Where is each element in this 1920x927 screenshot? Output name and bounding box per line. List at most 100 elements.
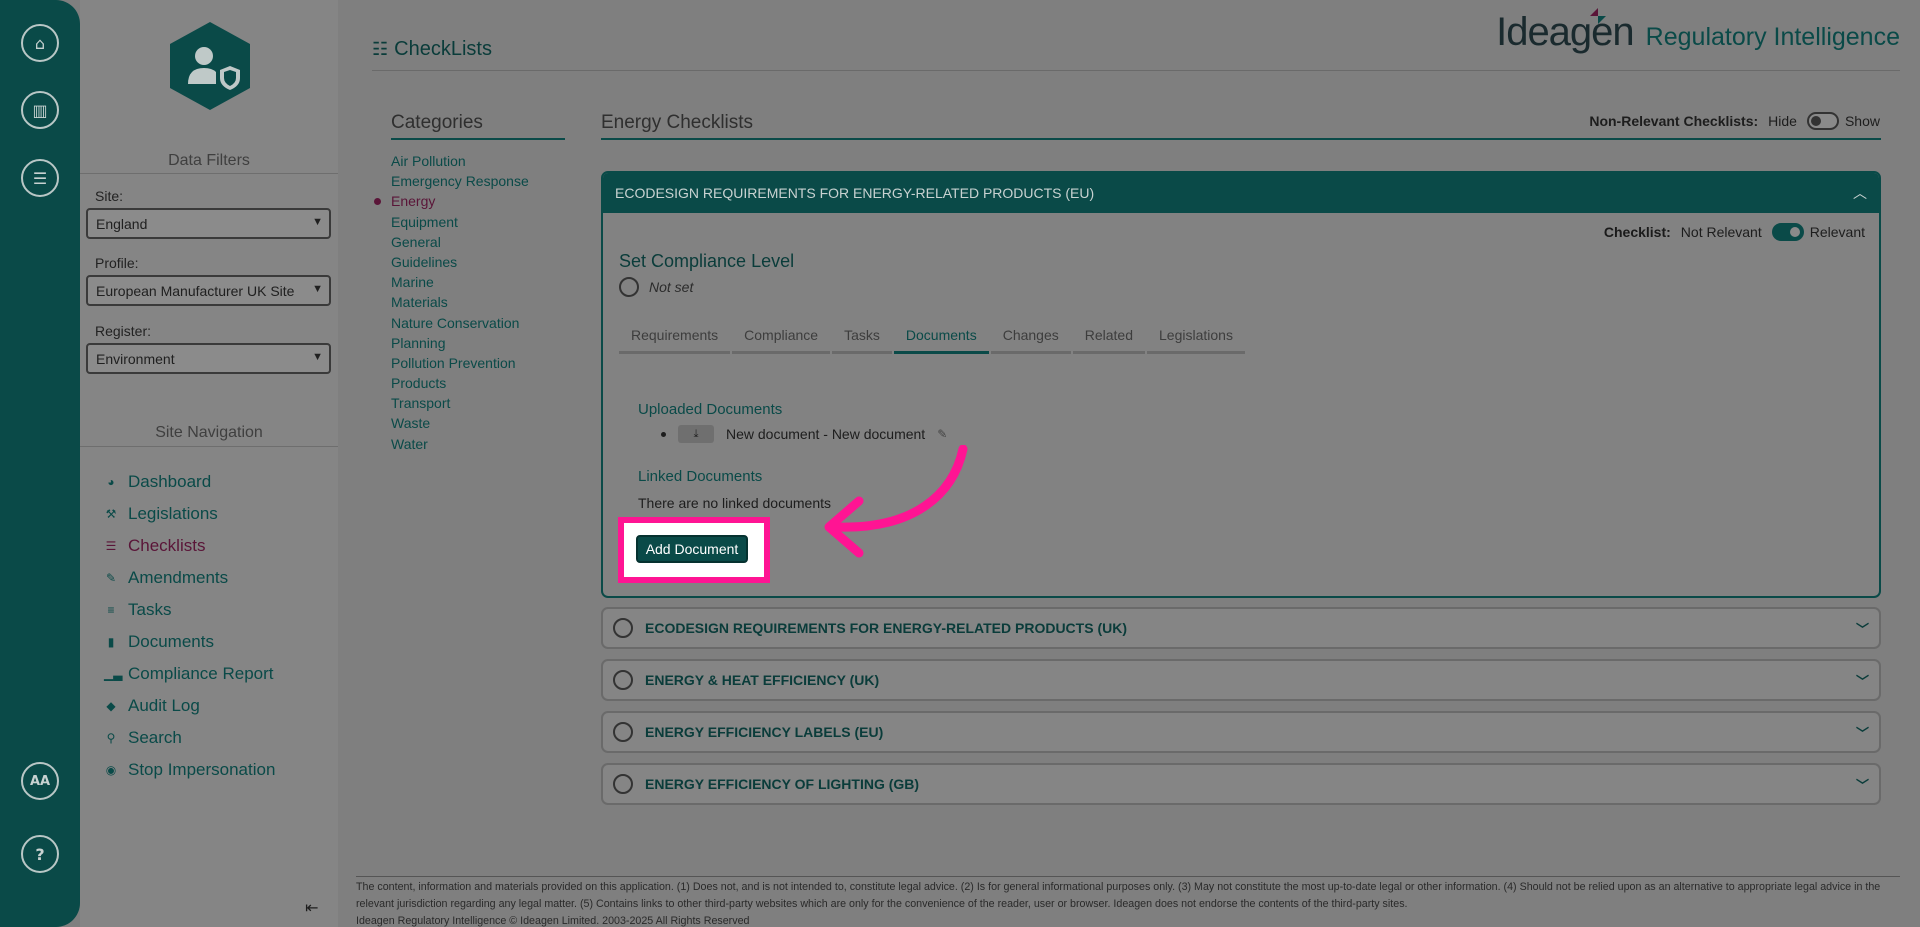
hide-label: Hide (1768, 113, 1797, 129)
category-item[interactable]: Marine (391, 272, 529, 292)
footer-copyright: Ideagen Regulatory Intelligence © Ideage… (356, 915, 750, 927)
accessibility-icon[interactable]: AA (21, 762, 59, 800)
site-select[interactable]: England ▼ (86, 208, 331, 239)
tab-legislations[interactable]: Legislations (1147, 327, 1245, 354)
add-document-button[interactable]: Add Document (636, 535, 748, 563)
nav-checklists[interactable]: ☰ Checklists (104, 536, 206, 556)
nav-compliance-report[interactable]: ▁▃ Compliance Report (104, 664, 274, 684)
divider (80, 446, 338, 447)
brand-name: Ideagen (1496, 10, 1635, 54)
categories-title: Categories (391, 112, 483, 133)
linked-documents-title: Linked Documents (638, 468, 763, 485)
chevron-down-icon: ▼ (312, 216, 323, 228)
category-item[interactable]: Transport (391, 393, 529, 413)
accordion-title: ENERGY EFFICIENCY OF LIGHTING (GB) (645, 776, 920, 792)
brand-product: Regulatory Intelligence (1645, 23, 1900, 51)
checklist-panel-header[interactable]: ECODESIGN REQUIREMENTS FOR ENERGY-RELATE… (603, 173, 1879, 213)
nav-stop-impersonation[interactable]: ◉ Stop Impersonation (104, 760, 276, 780)
compliance-radio[interactable] (613, 618, 633, 638)
uploaded-document-name[interactable]: New document - New document (726, 426, 925, 442)
category-item[interactable]: Emergency Response (391, 171, 529, 191)
edit-icon: ✎ (105, 571, 117, 585)
sliders-icon[interactable]: ☰ (21, 159, 59, 197)
user-shield-logo-icon (170, 22, 250, 110)
guide-arrow-icon (824, 445, 968, 558)
nav-amendments[interactable]: ✎ Amendments (104, 568, 228, 588)
show-label: Show (1844, 113, 1880, 129)
nav-label: Stop Impersonation (128, 760, 276, 779)
category-item[interactable]: Pollution Prevention (391, 353, 529, 373)
nav-dashboard[interactable]: ◕ Dashboard (104, 472, 211, 492)
tab-requirements[interactable]: Requirements (619, 327, 731, 354)
category-item[interactable]: General (391, 232, 529, 252)
home-icon[interactable]: ⌂ (21, 24, 59, 62)
tab-documents[interactable]: Documents (893, 327, 989, 354)
category-item[interactable]: Materials (391, 292, 529, 312)
accordion-title: ECODESIGN REQUIREMENTS FOR ENERGY-RELATE… (645, 620, 1127, 636)
building-icon[interactable]: ▥ (21, 91, 59, 129)
chevron-down-icon[interactable]: ﹀ (1856, 671, 1869, 690)
non-relevant-toggle-row: Non-Relevant Checklists: Hide Show (1589, 112, 1880, 130)
nav-label: Compliance Report (128, 664, 274, 683)
checklist-label: Checklist: (1603, 224, 1671, 240)
chevron-down-icon: ▼ (312, 351, 323, 363)
site-navigation-title: Site Navigation (155, 424, 263, 441)
tab-changes[interactable]: Changes (990, 327, 1071, 354)
tab-tasks[interactable]: Tasks (832, 327, 892, 354)
help-icon[interactable]: ? (21, 835, 59, 873)
nav-label: Audit Log (128, 696, 200, 715)
nav-search[interactable]: ⚲ Search (104, 728, 182, 748)
tab-related[interactable]: Related (1072, 327, 1146, 354)
compliance-radio[interactable] (619, 277, 639, 297)
nav-label: Legislations (128, 504, 218, 523)
profile-select[interactable]: European Manufacturer UK Site ▼ (86, 275, 331, 306)
checklist-panel-body: Checklist: Not Relevant Relevant Set Com… (603, 213, 1879, 596)
accordion-title: ENERGY EFFICIENCY LABELS (EU) (645, 724, 884, 740)
list-icon: ☷ (372, 39, 389, 59)
site-select-value: England (96, 216, 148, 232)
chevron-down-icon[interactable]: ﹀ (1856, 723, 1869, 742)
nav-label: Documents (128, 632, 214, 651)
checklist-accordion[interactable]: ENERGY EFFICIENCY OF LIGHTING (GB) ﹀ (601, 763, 1881, 805)
category-item[interactable]: Water (391, 434, 529, 454)
category-item[interactable]: Planning (391, 333, 529, 353)
checklist-accordion[interactable]: ENERGY EFFICIENCY LABELS (EU) ﹀ (601, 711, 1881, 753)
section-title: Energy Checklists (601, 112, 754, 133)
dashboard-icon: ◕ (107, 475, 115, 489)
category-item[interactable]: Guidelines (391, 252, 529, 272)
tab-compliance[interactable]: Compliance (732, 327, 831, 354)
non-relevant-toggle[interactable] (1806, 112, 1839, 130)
nav-tasks[interactable]: ≡ Tasks (104, 600, 171, 620)
edit-icon[interactable]: ✎ (937, 427, 947, 441)
relevance-toggle[interactable] (1771, 223, 1804, 241)
category-item-active[interactable]: Energy (374, 191, 529, 211)
compliance-value: Not set (649, 279, 694, 295)
add-document-highlight: Add Document (618, 517, 770, 583)
compliance-radio[interactable] (613, 774, 633, 794)
accordion-title: ENERGY & HEAT EFFICIENCY (UK) (645, 672, 880, 688)
category-item[interactable]: Waste (391, 413, 529, 433)
compliance-radio[interactable] (613, 722, 633, 742)
search-icon: ⚲ (106, 731, 116, 745)
compliance-radio[interactable] (613, 670, 633, 690)
profile-select-value: European Manufacturer UK Site (96, 283, 295, 299)
stop-circle-icon: ◉ (105, 763, 117, 777)
category-item[interactable]: Equipment (391, 212, 529, 232)
nav-legislations[interactable]: ⚒ Legislations (104, 504, 218, 524)
checklist-accordion[interactable]: ENERGY & HEAT EFFICIENCY (UK) ﹀ (601, 659, 1881, 701)
nav-documents[interactable]: ▮ Documents (104, 632, 214, 652)
bar-chart-icon: ▁▃ (104, 667, 123, 681)
category-item[interactable]: Nature Conservation (391, 313, 529, 333)
register-select[interactable]: Environment ▼ (86, 343, 331, 374)
compliance-status[interactable]: Not set (619, 277, 693, 297)
category-item[interactable]: Air Pollution (391, 151, 529, 171)
category-item[interactable]: Products (391, 373, 529, 393)
chevron-up-icon[interactable]: ︿ (1853, 183, 1867, 203)
chevron-down-icon[interactable]: ﹀ (1856, 775, 1869, 794)
file-icon: ▮ (107, 635, 115, 649)
download-icon[interactable]: ⤓ (678, 425, 714, 443)
nav-audit-log[interactable]: ◆ Audit Log (104, 696, 200, 716)
checklist-accordion[interactable]: ECODESIGN REQUIREMENTS FOR ENERGY-RELATE… (601, 607, 1881, 649)
chevron-down-icon[interactable]: ﹀ (1856, 619, 1869, 638)
collapse-left-icon[interactable]: ⇤ (305, 898, 318, 917)
